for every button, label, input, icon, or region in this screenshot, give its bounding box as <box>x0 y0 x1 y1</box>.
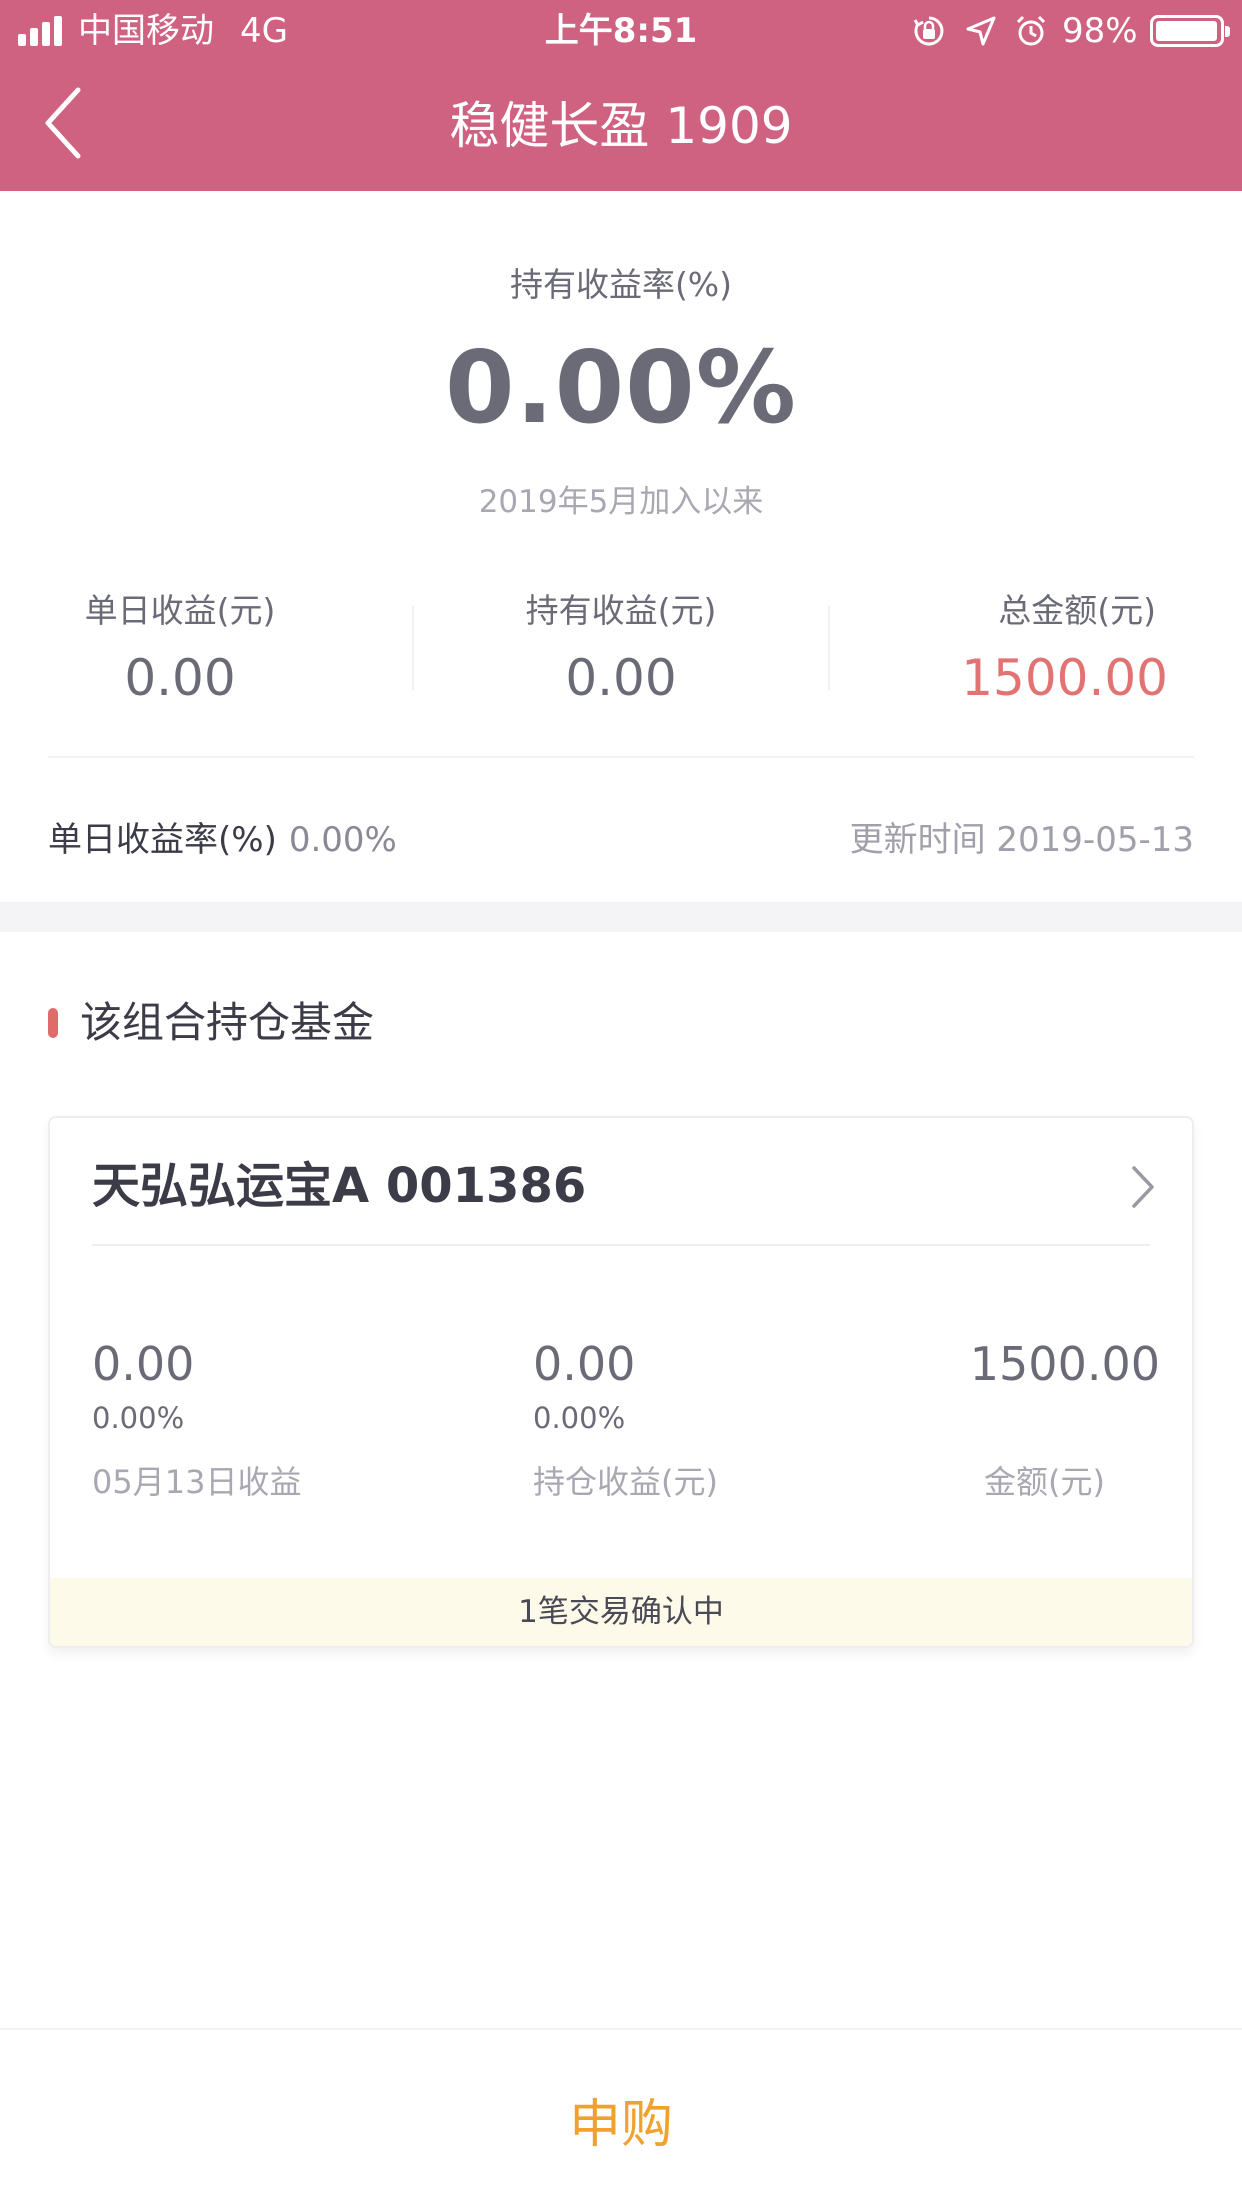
divider <box>48 756 1194 758</box>
battery-fill <box>1156 21 1217 41</box>
subscribe-button[interactable]: 申购 <box>0 2030 1242 2208</box>
alarm-icon <box>1016 15 1046 46</box>
battery-icon <box>1150 15 1230 47</box>
chevron-right-icon <box>1132 1166 1154 1208</box>
holding-return-rate-value: 0.00% <box>445 329 797 446</box>
location-icon <box>966 16 996 46</box>
fund-amount-value: 1500.00 <box>969 1337 1160 1391</box>
status-bar: 中国移动 4G 上午8:51 98% <box>0 0 1242 60</box>
fund-amount-label: 金额(元) <box>984 1463 1105 1501</box>
holding-return-rate-label: 持有收益率(%) <box>509 265 733 304</box>
card-divider <box>92 1244 1150 1246</box>
fund-amount: 1500.00 金额(元) <box>50 1336 1160 1502</box>
battery-percent: 98% <box>1062 11 1138 51</box>
header: 中国移动 4G 上午8:51 98% 稳健长盈 1909 <box>0 0 1242 191</box>
bottom-action-bar: 申购 <box>0 2028 1242 2208</box>
fund-card[interactable]: 天弘弘运宝A 001386 0.00 0.00% 05月13日收益 0.00 0… <box>48 1116 1194 1648</box>
section-marker <box>48 1008 58 1038</box>
nav-bar: 稳健长盈 1909 <box>0 60 1242 191</box>
section-gap <box>0 902 1242 932</box>
joined-since-text: 2019年5月加入以来 <box>478 484 764 520</box>
pending-transaction-note: 1笔交易确认中 <box>50 1578 1192 1646</box>
update-time: 更新时间 2019-05-13 <box>849 820 1194 860</box>
total-amount-value: 1500.00 <box>961 649 1168 707</box>
status-time: 上午8:51 <box>544 11 698 51</box>
fund-name: 天弘弘运宝A 001386 <box>92 1158 587 1214</box>
total-amount-label: 总金额(元) <box>998 591 1156 630</box>
section-title: 该组合持仓基金 <box>80 998 375 1047</box>
rotation-lock-icon <box>913 16 944 46</box>
app-screen: 中国移动 4G 上午8:51 98% 稳健长盈 1909 持有收益率(%) 0.… <box>0 0 1242 2208</box>
page-title: 稳健长盈 1909 <box>449 97 793 155</box>
total-amount-stat: 总金额(元) 1500.00 <box>0 590 1168 708</box>
